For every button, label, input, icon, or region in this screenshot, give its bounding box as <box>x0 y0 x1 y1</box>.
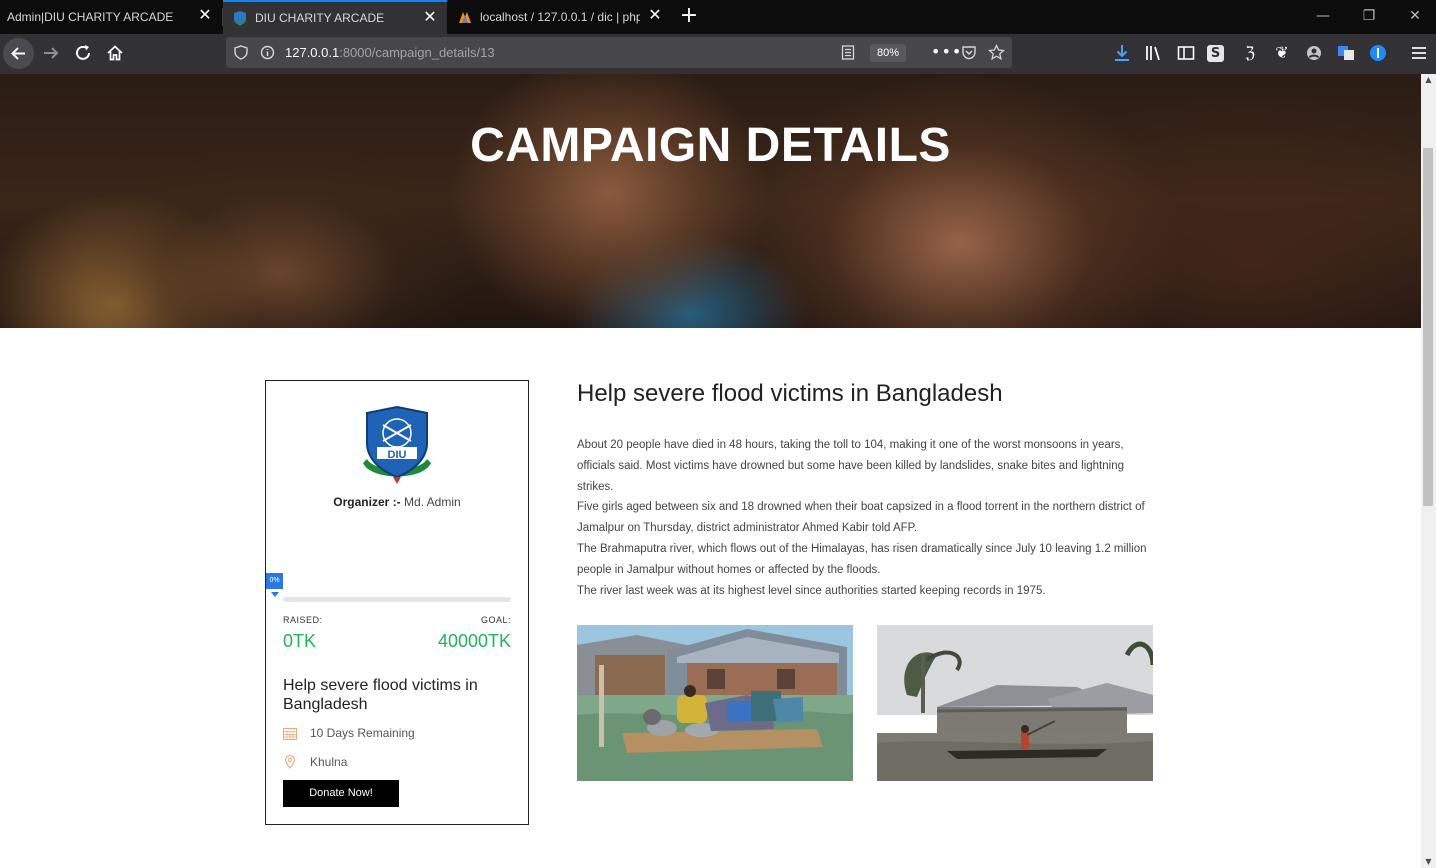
url-host: 127.0.0.1 <box>285 45 340 60</box>
tab-title: DIU CHARITY ARCADE <box>255 11 385 25</box>
organizer-name: Md. Admin <box>403 495 461 509</box>
scrollbar-thumb[interactable] <box>1423 148 1433 506</box>
site-info-icon[interactable] <box>260 45 275 60</box>
close-tab-icon[interactable]: ✕ <box>648 8 662 24</box>
location-row: Khulna <box>283 754 347 770</box>
flood-photo-raft <box>577 625 853 781</box>
hamburger-menu-icon[interactable] <box>1408 42 1430 64</box>
description-paragraph: About 20 people have died in 48 hours, t… <box>577 439 1124 493</box>
tab-bar: Admin|DIU CHARITY ARCADE ✕ DIU CHARITY A… <box>0 0 1436 34</box>
hero-banner: CAMPAIGN DETAILS <box>0 74 1421 328</box>
minimize-icon[interactable]: — <box>1309 6 1337 26</box>
new-tab-plus-icon[interactable]: + <box>677 5 701 29</box>
url-text[interactable]: 127.0.0.1:8000/campaign_details/13 <box>285 45 495 60</box>
raised-amount: 0TK <box>283 631 317 651</box>
description-paragraph: The river last week was at its highest l… <box>577 584 1046 597</box>
progress-percent-badge: 0% <box>266 573 283 589</box>
close-tab-icon[interactable]: ✕ <box>198 8 212 24</box>
description-paragraph: Five girls aged between six and 18 drown… <box>577 501 1145 535</box>
diu-favicon-icon <box>234 11 246 26</box>
tab-admin[interactable]: Admin|DIU CHARITY ARCADE ✕ <box>0 0 222 34</box>
page-viewport: CAMPAIGN DETAILS DIU Organizer :- Md. Ad… <box>0 74 1421 868</box>
extension-s-icon[interactable]: S <box>1207 45 1224 62</box>
back-button[interactable] <box>3 38 34 69</box>
days-remaining-row: 10 Days Remaining <box>283 725 415 741</box>
url-path: :8000/campaign_details/13 <box>339 45 495 60</box>
account-icon[interactable] <box>1303 42 1325 64</box>
svg-text:DIU: DIU <box>388 449 407 461</box>
zoom-level-badge[interactable]: 80% <box>870 44 906 62</box>
tab-charity-arcade[interactable]: DIU CHARITY ARCADE ✕ <box>223 0 447 34</box>
extension-font-icon[interactable]: ℨ <box>1239 42 1261 64</box>
progress-marker <box>271 592 279 597</box>
raised-label: RAISED: <box>283 615 323 625</box>
restore-icon[interactable]: ❐ <box>1355 6 1383 26</box>
calendar-icon <box>283 727 297 740</box>
diu-logo: DIU <box>363 405 431 484</box>
back-arrow-icon <box>11 47 25 60</box>
reload-icon[interactable] <box>72 42 94 64</box>
tab-title: localhost / 127.0.0.1 / dic | php <box>480 10 640 24</box>
translate-icon[interactable] <box>1335 42 1357 64</box>
card-campaign-title[interactable]: Help severe flood victims in Bangladesh <box>283 676 513 714</box>
goal-amount: 40000TK <box>437 631 511 651</box>
scroll-up-icon[interactable]: ▲ <box>1421 74 1436 86</box>
days-remaining-text: 10 Days Remaining <box>310 726 415 740</box>
navigation-toolbar: 127.0.0.1:8000/campaign_details/13 80% •… <box>0 34 1436 74</box>
extension-gnome-icon[interactable]: ❦ <box>1271 42 1293 64</box>
campaign-card: DIU Organizer :- Md. Admin 0% RAISED: GO… <box>265 380 529 825</box>
pocket-icon[interactable] <box>961 45 977 60</box>
map-pin-icon <box>284 755 296 769</box>
library-icon[interactable] <box>1143 42 1165 64</box>
password-manager-icon[interactable] <box>1367 42 1389 64</box>
bookmark-star-icon[interactable] <box>988 44 1005 61</box>
tab-phpmyadmin[interactable]: localhost / 127.0.0.1 / dic | php ✕ <box>447 0 672 34</box>
page-actions-icon[interactable]: ••• <box>931 42 962 61</box>
flood-photo-boat <box>877 625 1153 781</box>
hero-title: CAMPAIGN DETAILS <box>470 119 951 172</box>
page-scrollbar[interactable]: ▲ ▼ <box>1421 74 1436 868</box>
organizer-line: Organizer :- Md. Admin <box>266 495 528 509</box>
campaign-title: Help severe flood victims in Bangladesh <box>577 380 1003 407</box>
organizer-label: Organizer :- <box>333 495 401 509</box>
tracking-shield-icon[interactable] <box>234 45 248 60</box>
goal-label: GOAL: <box>480 615 511 625</box>
downloads-icon[interactable] <box>1111 42 1133 64</box>
campaign-description: About 20 people have died in 48 hours, t… <box>577 435 1157 601</box>
progress-bar <box>283 597 511 602</box>
forward-arrow-icon[interactable] <box>40 42 62 64</box>
location-text: Khulna <box>310 755 348 769</box>
description-paragraph: The Brahmaputra river, which flows out o… <box>577 542 1147 576</box>
phpmyadmin-favicon-icon <box>459 12 471 23</box>
scroll-down-icon[interactable]: ▼ <box>1421 856 1436 868</box>
tab-title: Admin|DIU CHARITY ARCADE <box>7 10 174 24</box>
close-tab-icon[interactable]: ✕ <box>423 10 437 26</box>
window-close-icon[interactable]: ✕ <box>1401 6 1429 26</box>
sidebar-icon[interactable] <box>1175 42 1197 64</box>
home-icon[interactable] <box>104 42 126 64</box>
url-bar[interactable]: 127.0.0.1:8000/campaign_details/13 80% •… <box>226 37 1012 68</box>
reader-view-icon[interactable] <box>841 45 855 60</box>
donate-now-button[interactable]: Donate Now! <box>283 780 399 807</box>
